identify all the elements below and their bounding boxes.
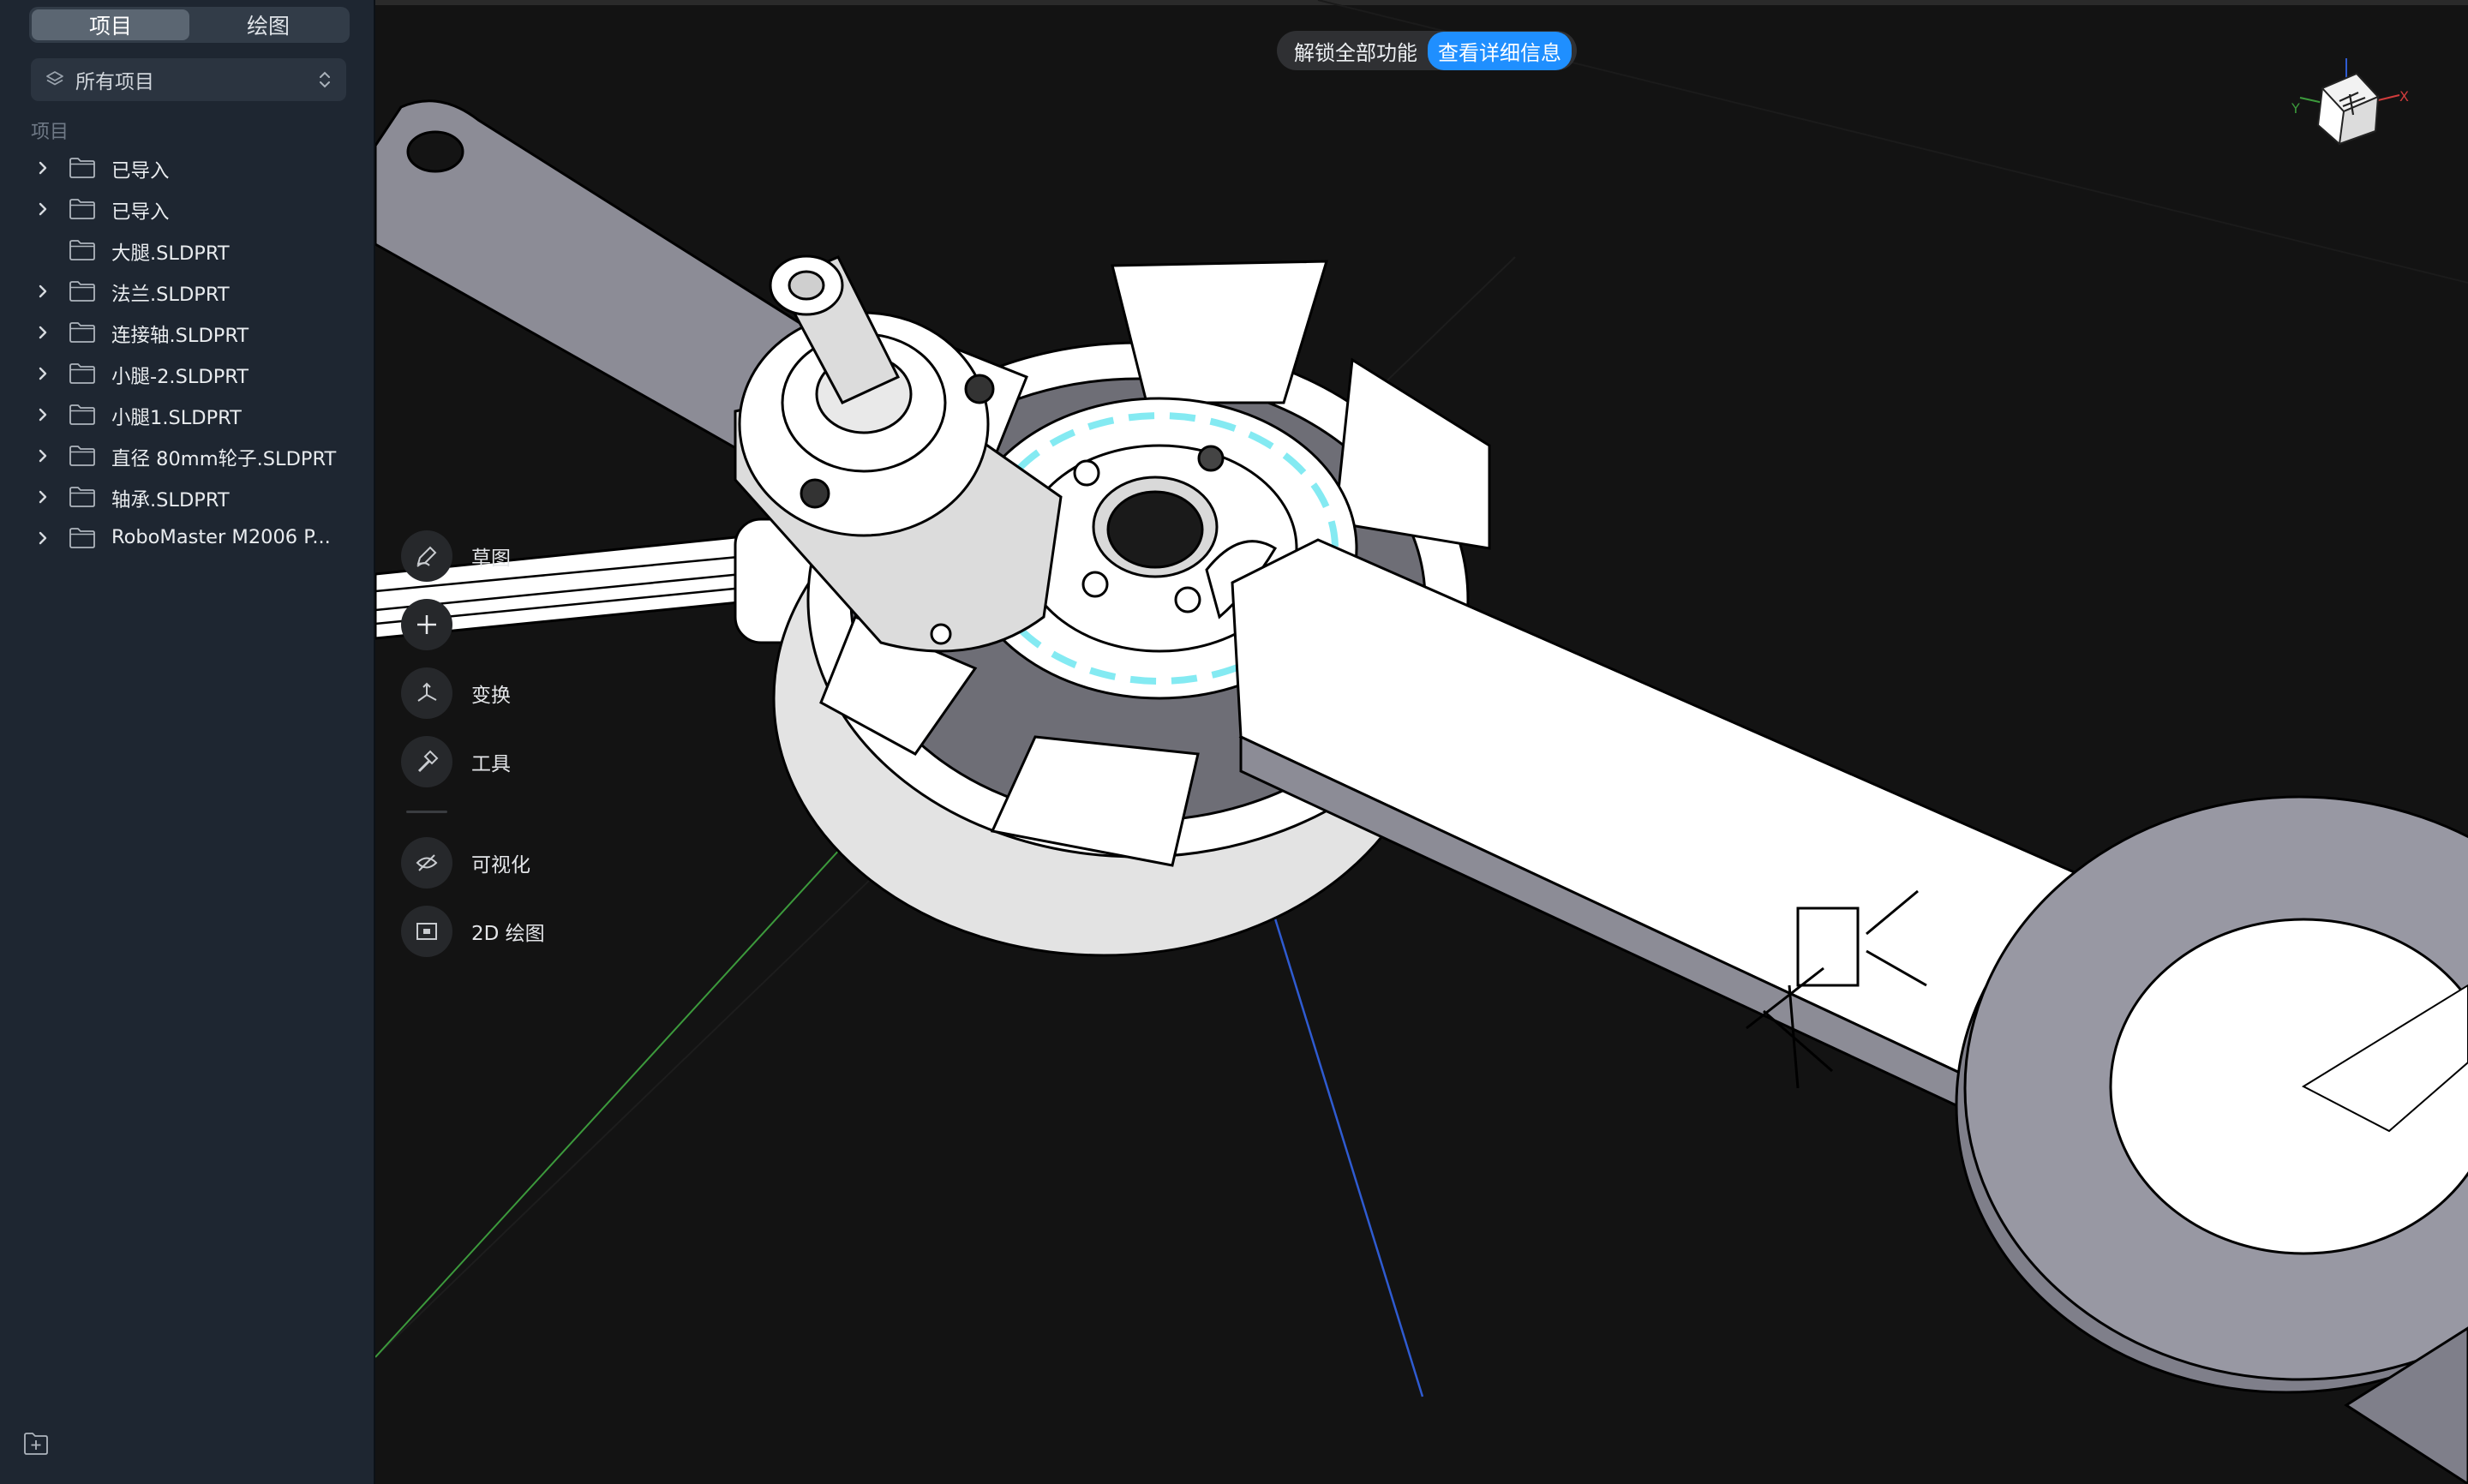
transform-icon: [401, 667, 452, 719]
project-tree: 已导入 已导入 大腿.SLDPRT 法兰.SLDPRT 连接轴.SLDPRT 小…: [0, 147, 375, 559]
folder-icon: [69, 281, 95, 302]
tool-transform-label: 变换: [471, 685, 511, 707]
chevron-right-icon[interactable]: [34, 365, 51, 382]
tool-add[interactable]: [401, 598, 624, 651]
chevron-right-icon[interactable]: [34, 406, 51, 423]
tree-item[interactable]: 直径 80mm轮子.SLDPRT: [0, 435, 375, 476]
tool-menu-divider: [406, 811, 447, 813]
tool-tools-label: 工具: [471, 753, 511, 775]
tree-item[interactable]: 已导入: [0, 188, 375, 230]
folder-icon: [69, 404, 95, 425]
tree-item[interactable]: 小腿1.SLDPRT: [0, 394, 375, 435]
tree-item-label: 直径 80mm轮子.SLDPRT: [111, 448, 337, 470]
folder-icon: [69, 158, 95, 178]
tool-tools[interactable]: 工具: [401, 735, 624, 788]
tree-item-label: 已导入: [111, 201, 170, 224]
tree-item[interactable]: 法兰.SLDPRT: [0, 271, 375, 312]
hammer-icon: [401, 736, 452, 787]
chevron-right-icon[interactable]: [34, 488, 51, 506]
chevron-right-icon[interactable]: [34, 159, 51, 177]
tree-item-label: 连接轴.SLDPRT: [111, 325, 249, 347]
folder-icon: [69, 240, 95, 260]
section-label-projects: 项目: [31, 122, 69, 143]
visualize-icon: [401, 837, 452, 889]
3d-viewport[interactable]: 解锁全部功能 查看详细信息 X Y 草图 变换 工具 可视化 2D 绘图: [375, 0, 2468, 1484]
tree-item-label: 小腿-2.SLDPRT: [111, 366, 249, 388]
tab-projects[interactable]: 项目: [32, 9, 189, 40]
tree-item[interactable]: 大腿.SLDPRT: [0, 230, 375, 271]
folder-icon: [69, 199, 95, 219]
upgrade-banner-text: 解锁全部功能: [1294, 40, 1417, 65]
tool-transform[interactable]: 变换: [401, 667, 624, 720]
tree-item[interactable]: 已导入: [0, 147, 375, 188]
sidebar-segmented-control: 项目 绘图: [29, 7, 350, 43]
cad-model-scene[interactable]: [375, 0, 2468, 1484]
tool-sketch[interactable]: 草图: [401, 530, 624, 583]
folder-icon: [69, 487, 95, 507]
tree-item-label: 轴承.SLDPRT: [111, 489, 230, 512]
tab-drawings[interactable]: 绘图: [189, 9, 347, 40]
tree-item-label: 大腿.SLDPRT: [111, 242, 230, 265]
tree-item-label: 已导入: [111, 160, 170, 183]
tree-item-label: RoboMaster M2006 P...: [111, 526, 331, 548]
tool-2d-drawing[interactable]: 2D 绘图: [401, 905, 624, 958]
viewcube-y-label: Y: [2291, 100, 2300, 117]
folder-icon: [69, 528, 95, 548]
tree-item[interactable]: 小腿-2.SLDPRT: [0, 353, 375, 394]
view-cube[interactable]: X Y: [2279, 50, 2410, 159]
new-folder-icon[interactable]: [22, 1431, 50, 1457]
chevron-right-icon[interactable]: [34, 447, 51, 464]
mounting-hole: [406, 130, 464, 173]
project-sidebar: 项目 绘图 所有项目 项目 已导入 已导入 大腿.SLDPRT 法兰.SLDPR…: [0, 0, 375, 1484]
upgrade-banner: 解锁全部功能 查看详细信息: [1277, 31, 1577, 70]
tree-item-label: 法兰.SLDPRT: [111, 284, 230, 306]
pencil-sketch-icon: [401, 530, 452, 582]
tool-visualize-label: 可视化: [471, 854, 530, 877]
hub-center-hole: [1106, 490, 1204, 569]
chevron-right-icon[interactable]: [34, 530, 51, 547]
chevron-right-icon[interactable]: [34, 200, 51, 218]
chevron-right-icon[interactable]: [34, 283, 51, 300]
tool-2d-drawing-label: 2D 绘图: [471, 923, 545, 945]
tree-item[interactable]: RoboMaster M2006 P...: [0, 518, 375, 559]
tool-visualize[interactable]: 可视化: [401, 836, 624, 889]
layers-icon: [46, 71, 63, 86]
tree-item-label: 小腿1.SLDPRT: [111, 407, 242, 429]
view-details-button[interactable]: 查看详细信息: [1428, 31, 1572, 70]
drawing-2d-icon: [401, 906, 452, 957]
chevron-updown-icon: [320, 71, 330, 88]
folder-icon: [69, 446, 95, 466]
viewcube-x-label: X: [2399, 88, 2409, 105]
folder-icon: [69, 363, 95, 384]
project-filter-label: 所有项目: [75, 71, 154, 93]
tree-item[interactable]: 轴承.SLDPRT: [0, 476, 375, 518]
project-filter-dropdown[interactable]: 所有项目: [31, 58, 346, 101]
folder-icon: [69, 322, 95, 343]
plus-icon: [401, 599, 452, 650]
tool-sketch-label: 草图: [471, 548, 511, 570]
chevron-right-icon[interactable]: [34, 324, 51, 341]
tree-item[interactable]: 连接轴.SLDPRT: [0, 312, 375, 353]
